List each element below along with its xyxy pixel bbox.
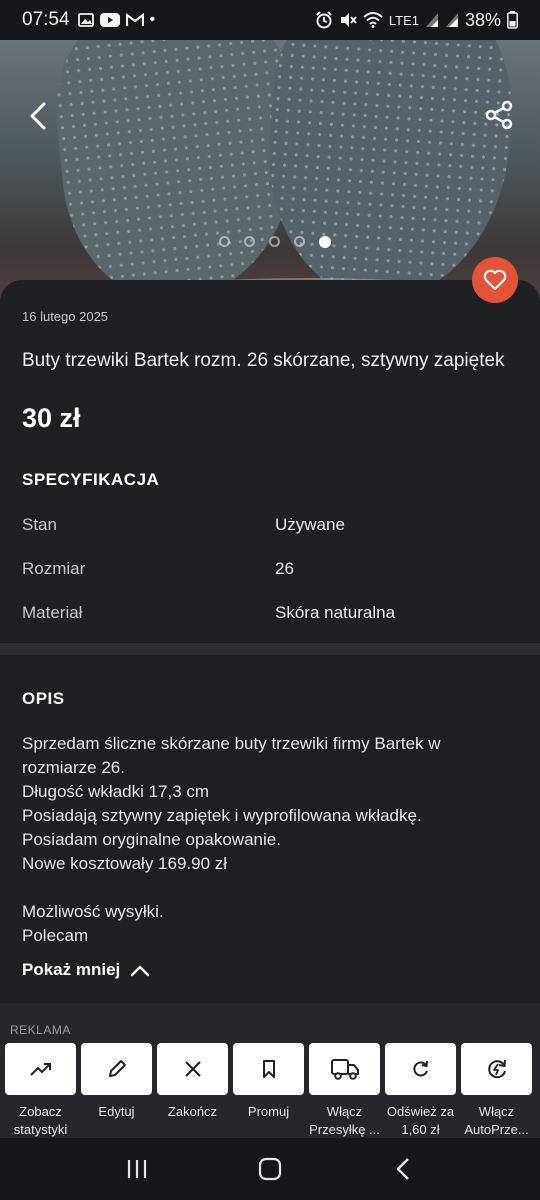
status-time: 07:54	[22, 9, 70, 30]
image-notification-icon	[77, 13, 94, 27]
back-arrow-icon	[30, 102, 46, 130]
spec-key: Materiał	[22, 603, 83, 622]
listing-price: 30 zł	[22, 403, 81, 433]
listing-date: 16 lutego 2025	[22, 309, 109, 324]
mute-icon	[340, 13, 357, 27]
listing-card	[0, 280, 540, 642]
action-icon-box	[385, 1043, 456, 1095]
action-label: Zakończ	[167, 1104, 218, 1119]
battery-icon	[507, 11, 518, 29]
action-buttons: Zobacz statystyki Edytuj Zakończ Promuj …	[5, 1043, 532, 1139]
gallery-dot[interactable]	[269, 236, 280, 247]
signal-icon-1	[425, 13, 438, 27]
action-icon-box	[81, 1043, 152, 1095]
show-less-button[interactable]: Pokaż mniej	[22, 960, 150, 980]
enable-shipping-button[interactable]: Włącz Przesyłkę ...	[309, 1043, 380, 1139]
section-divider	[0, 643, 540, 655]
home-icon	[258, 1157, 282, 1181]
spec-heading: SPECYFIKACJA	[22, 470, 160, 489]
spec-row-material: Materiał Skóra naturalna	[22, 603, 522, 623]
view-statistics-button[interactable]: Zobacz statystyki	[5, 1043, 76, 1139]
action-label: Włącz AutoPrze...	[464, 1104, 529, 1137]
gallery-pagination	[0, 236, 540, 248]
spec-value: 26	[275, 559, 294, 578]
wifi-icon	[363, 12, 383, 28]
spec-value: Skóra naturalna	[275, 603, 396, 622]
spec-row-size: Rozmiar 26	[22, 559, 522, 579]
trend-icon	[29, 1063, 51, 1076]
gmail-notification-icon	[125, 13, 144, 26]
gallery-dot-active[interactable]	[319, 236, 331, 248]
lte-indicator: LTE1	[388, 12, 419, 28]
pencil-icon	[108, 1060, 126, 1077]
system-back-button[interactable]	[383, 1149, 423, 1189]
back-chevron-icon	[397, 1158, 410, 1180]
promote-button[interactable]: Promuj	[233, 1043, 304, 1139]
gallery-dot[interactable]	[294, 236, 305, 247]
system-icons: LTE1 38%	[315, 10, 518, 31]
signal-icon-2	[445, 13, 458, 27]
description-heading: OPIS	[22, 689, 65, 708]
edit-button[interactable]: Edytuj	[81, 1043, 152, 1139]
bookmark-icon	[262, 1060, 275, 1078]
notification-icons: •	[77, 11, 156, 29]
gallery-dot[interactable]	[219, 236, 230, 247]
truck-icon	[330, 1059, 359, 1080]
status-bar: 07:54 • LTE1 38%	[0, 0, 540, 40]
share-button[interactable]	[484, 100, 516, 132]
close-icon	[184, 1061, 201, 1077]
battery-percent: 38%	[464, 9, 501, 30]
chevron-up-icon	[131, 965, 150, 977]
recent-apps-icon	[127, 1160, 146, 1178]
product-photo[interactable]	[0, 40, 540, 302]
spec-key: Rozmiar	[22, 559, 86, 578]
action-icon-box	[309, 1043, 380, 1095]
action-label: Odśwież za 1,60 zł	[386, 1104, 455, 1137]
description-text: Sprzedam śliczne skórzane buty trzewiki …	[22, 734, 441, 945]
more-notifications-dot: •	[149, 11, 156, 28]
home-button[interactable]	[250, 1149, 290, 1189]
action-icon-box	[157, 1043, 228, 1095]
auto-refresh-icon	[487, 1059, 506, 1079]
system-navigation-bar	[0, 1138, 540, 1200]
show-less-label: Pokaż mniej	[22, 960, 121, 979]
refresh-icon	[412, 1060, 428, 1077]
favorite-button[interactable]	[472, 257, 518, 303]
youtube-notification-icon	[99, 13, 120, 27]
spec-value: Używane	[275, 515, 345, 534]
refresh-listing-button[interactable]: Odśwież za 1,60 zł	[385, 1043, 456, 1139]
action-icon-box	[233, 1043, 304, 1095]
end-listing-button[interactable]: Zakończ	[157, 1043, 228, 1139]
action-label: Edytuj	[98, 1104, 135, 1119]
spec-row-condition: Stan Używane	[22, 515, 522, 535]
action-label: Zobacz statystyki	[13, 1104, 68, 1137]
action-label: Promuj	[247, 1104, 290, 1119]
alarm-icon	[316, 11, 332, 29]
ad-label: REKLAMA	[10, 1023, 71, 1037]
action-icon-box	[5, 1043, 76, 1095]
back-button[interactable]	[24, 100, 56, 132]
share-icon	[485, 100, 513, 130]
enable-auto-refresh-button[interactable]: Włącz AutoPrze...	[461, 1043, 532, 1139]
listing-title: Buty trzewiki Bartek rozm. 26 skórzane, …	[22, 350, 505, 371]
gallery-dot[interactable]	[244, 236, 255, 247]
action-icon-box	[461, 1043, 532, 1095]
recent-apps-button[interactable]	[117, 1149, 157, 1189]
heart-icon	[483, 269, 507, 291]
action-label: Włącz Przesyłkę ...	[309, 1104, 380, 1137]
spec-key: Stan	[22, 515, 57, 534]
